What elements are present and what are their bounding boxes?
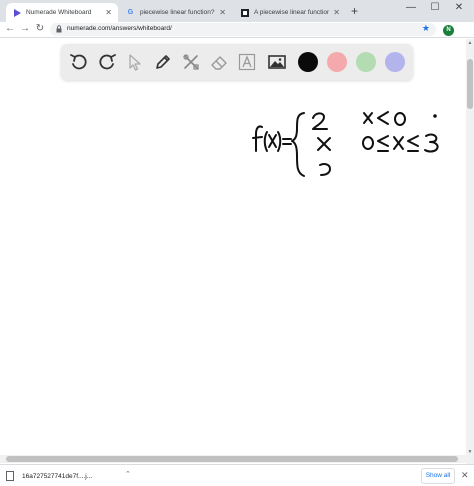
color-black-swatch[interactable] [298, 52, 318, 72]
back-icon[interactable]: ← [4, 23, 16, 34]
close-window-button[interactable]: ✕ [452, 2, 466, 13]
chevron-up-icon[interactable]: ⌃ [125, 470, 131, 478]
select-button[interactable] [124, 51, 146, 73]
eraser-button[interactable] [208, 51, 230, 73]
download-item[interactable]: 16a727527741de7f....j... [6, 469, 92, 483]
new-tab-button[interactable]: + [351, 4, 358, 18]
color-pink-swatch[interactable] [327, 52, 347, 72]
close-icon[interactable]: ✕ [219, 8, 226, 17]
tab-numerade-whiteboard[interactable]: Numerade Whiteboard ✕ [6, 3, 118, 22]
tab-piecewise-question[interactable]: A piecewise linear function is giv ✕ [234, 3, 346, 22]
color-green-swatch[interactable] [356, 52, 376, 72]
undo-button[interactable] [68, 51, 90, 73]
pen-icon [156, 55, 170, 69]
tab-strip: Numerade Whiteboard ✕ G piecewise linear… [0, 0, 474, 22]
image-icon [268, 55, 286, 69]
close-download-bar-button[interactable]: ✕ [461, 470, 469, 481]
forward-icon[interactable]: → [19, 23, 31, 34]
url-bar[interactable]: numerade.com/answers/whiteboard/ ★ [50, 23, 436, 36]
pointer-icon [129, 54, 141, 71]
image-button[interactable] [266, 51, 288, 73]
vertical-scrollbar[interactable]: ▲ ▼ [466, 39, 474, 464]
reload-icon[interactable]: ↻ [34, 23, 46, 34]
whiteboard-toolbar [61, 44, 413, 80]
tab-title: Numerade Whiteboard [26, 9, 92, 16]
scrollbar-thumb[interactable] [467, 59, 473, 109]
address-bar-row: ← → ↻ numerade.com/answers/whiteboard/ ★… [0, 22, 474, 56]
horizontal-scrollbar-thumb[interactable] [6, 456, 458, 462]
url-text: numerade.com/answers/whiteboard/ [67, 25, 172, 32]
close-icon[interactable]: ✕ [333, 8, 340, 17]
google-icon: G [127, 9, 134, 16]
eraser-icon [211, 56, 227, 70]
close-icon[interactable]: ✕ [105, 8, 112, 17]
tools-icon [183, 54, 199, 70]
tab-title: A piecewise linear function is giv [254, 9, 330, 16]
pen-button[interactable] [152, 51, 174, 73]
tab-google-search[interactable]: G piecewise linear function? - Goo ✕ [120, 3, 232, 22]
redo-icon [99, 54, 116, 70]
file-icon [6, 471, 14, 481]
play-icon [12, 8, 21, 17]
text-icon [238, 53, 256, 71]
maximize-button[interactable]: ☐ [428, 2, 442, 13]
color-purple-swatch[interactable] [385, 52, 405, 72]
scroll-up-icon[interactable]: ▲ [467, 40, 473, 46]
tab-title: piecewise linear function? - Goo [140, 9, 215, 16]
text-button[interactable] [236, 51, 258, 73]
download-bar: 16a727527741de7f....j... ⌃ Show all ✕ [0, 464, 474, 486]
avatar[interactable]: N [443, 25, 454, 36]
download-file-name: 16a727527741de7f....j... [22, 472, 93, 480]
shapes-tools-button[interactable] [180, 51, 202, 73]
doc-icon [240, 8, 249, 17]
bookmark-star-icon[interactable]: ★ [422, 23, 430, 34]
redo-button[interactable] [96, 51, 118, 73]
show-all-button[interactable]: Show all [421, 468, 455, 484]
whiteboard-canvas[interactable] [0, 39, 474, 464]
horizontal-scrollbar[interactable] [0, 455, 466, 463]
scroll-down-icon[interactable]: ▼ [467, 449, 473, 455]
minimize-button[interactable]: — [404, 2, 418, 13]
lock-icon [56, 25, 62, 33]
undo-icon [70, 54, 87, 70]
